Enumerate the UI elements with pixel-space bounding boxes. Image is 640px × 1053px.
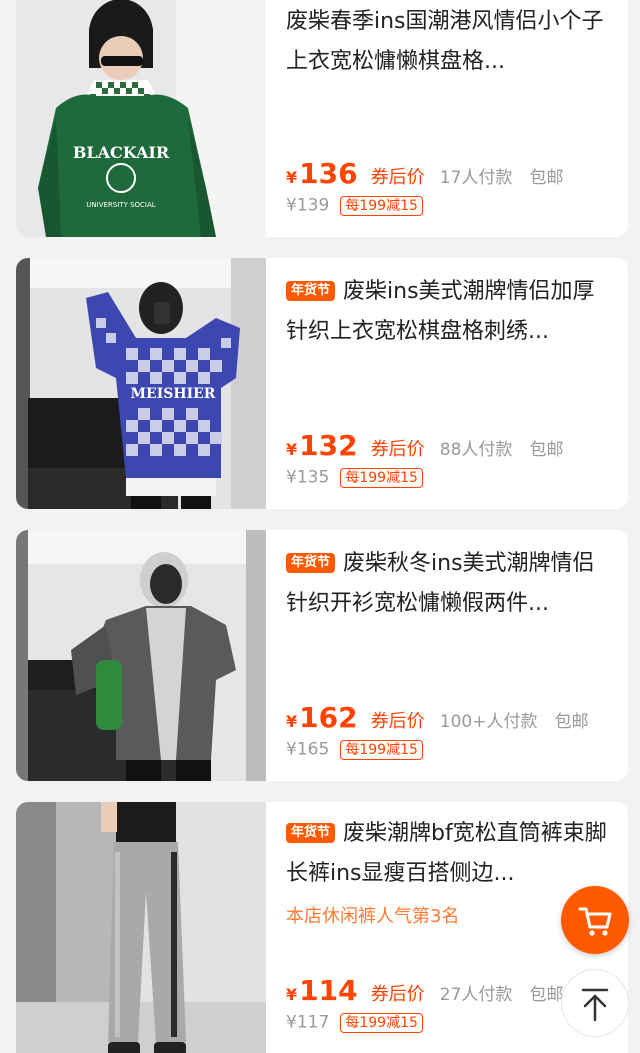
paid-count: 17人付款 [439, 168, 513, 188]
free-shipping-label: 包邮 [529, 440, 564, 460]
coupon-price-label: 券后价 [370, 439, 425, 460]
price-value: 132 [299, 429, 358, 462]
price-value: 162 [299, 701, 358, 734]
floating-cart-button[interactable] [561, 886, 629, 954]
festival-badge: 年货节 [286, 281, 336, 301]
original-price-row: ¥135 每199减15 [286, 467, 423, 493]
festival-badge: 年货节 [286, 553, 336, 573]
promo-tag: 每199减15 [340, 467, 423, 488]
product-title[interactable]: 年货节 废柴潮牌bf宽松直筒裤束脚长裤ins显瘦百搭侧边... [286, 814, 612, 894]
product-image[interactable]: MEISHIER [16, 258, 266, 509]
product-photo: MEISHIER [16, 258, 266, 509]
price-value: 114 [299, 974, 358, 1007]
svg-text:BLACKAIR: BLACKAIR [73, 143, 170, 162]
original-price: ¥139 [286, 195, 330, 216]
paid-count: 27人付款 [439, 985, 513, 1005]
price-row: ¥162 券后价 100+人付款 包邮 [286, 701, 612, 737]
paid-count: 88人付款 [439, 440, 513, 460]
product-card[interactable]: MEISHIER 年货节 废柴ins美式潮牌情侣加厚针织上衣宽松棋盘格刺绣... … [16, 258, 628, 509]
product-image[interactable] [16, 530, 266, 781]
product-title-text: 废柴春季ins国潮港风情侣小个子上衣宽松慵懒棋盘格... [286, 9, 604, 74]
coupon-price-label: 券后价 [370, 984, 425, 1005]
product-title[interactable]: 废柴春季ins国潮港风情侣小个子上衣宽松慵懒棋盘格... [286, 2, 612, 82]
product-card[interactable]: 年货节 废柴潮牌bf宽松直筒裤束脚长裤ins显瘦百搭侧边... 本店休闲裤人气第3… [16, 802, 628, 1053]
currency-symbol: ¥ [286, 440, 298, 459]
product-info: 废柴春季ins国潮港风情侣小个子上衣宽松慵懒棋盘格... ¥136 券后价 17… [286, 0, 612, 237]
price-row: ¥136 券后价 17人付款 包邮 [286, 157, 612, 193]
original-price: ¥117 [286, 1012, 330, 1033]
original-price: ¥135 [286, 467, 330, 488]
product-title[interactable]: 年货节 废柴ins美式潮牌情侣加厚针织上衣宽松棋盘格刺绣... [286, 272, 612, 352]
festival-badge: 年货节 [286, 823, 336, 843]
currency-symbol: ¥ [286, 985, 298, 1004]
arrow-up-icon [581, 988, 609, 1022]
free-shipping-label: 包邮 [529, 985, 564, 1005]
currency-symbol: ¥ [286, 712, 298, 731]
price-row: ¥132 券后价 88人付款 包邮 [286, 429, 612, 465]
free-shipping-label: 包邮 [554, 712, 589, 732]
product-list: BLACKAIR UNIVERSITY SOCIAL 废柴春季ins国潮港风情侣… [0, 0, 640, 1053]
shopping-cart-icon [578, 907, 612, 936]
coupon-price-label: 券后价 [370, 167, 425, 188]
svg-text:UNIVERSITY SOCIAL: UNIVERSITY SOCIAL [86, 201, 155, 209]
promo-tag: 每199减15 [340, 1012, 423, 1033]
free-shipping-label: 包邮 [529, 168, 564, 188]
product-info: 年货节 废柴ins美式潮牌情侣加厚针织上衣宽松棋盘格刺绣... ¥132 券后价 … [286, 258, 612, 509]
product-photo: BLACKAIR UNIVERSITY SOCIAL [16, 0, 266, 237]
shop-rank-label: 本店休闲裤人气第3名 [286, 906, 460, 927]
product-image[interactable] [16, 802, 266, 1053]
coupon-price-label: 券后价 [370, 711, 425, 732]
product-card[interactable]: 年货节 废柴秋冬ins美式潮牌情侣针织开衫宽松慵懒假两件... ¥162 券后价 … [16, 530, 628, 781]
promo-tag: 每199减15 [340, 739, 423, 760]
original-price-row: ¥165 每199减15 [286, 739, 423, 765]
svg-text:MEISHIER: MEISHIER [131, 386, 216, 402]
product-info: 年货节 废柴秋冬ins美式潮牌情侣针织开衫宽松慵懒假两件... ¥162 券后价 … [286, 530, 612, 781]
original-price-row: ¥139 每199减15 [286, 195, 423, 221]
product-image[interactable]: BLACKAIR UNIVERSITY SOCIAL [16, 0, 266, 237]
currency-symbol: ¥ [286, 168, 298, 187]
product-card[interactable]: BLACKAIR UNIVERSITY SOCIAL 废柴春季ins国潮港风情侣… [16, 0, 628, 237]
product-photo [16, 802, 266, 1053]
product-photo [16, 530, 266, 781]
paid-count: 100+人付款 [439, 712, 538, 732]
price-value: 136 [299, 157, 358, 190]
original-price-row: ¥117 每199减15 [286, 1012, 423, 1038]
product-title[interactable]: 年货节 废柴秋冬ins美式潮牌情侣针织开衫宽松慵懒假两件... [286, 544, 612, 624]
back-to-top-button[interactable] [561, 969, 629, 1037]
promo-tag: 每199减15 [340, 195, 423, 216]
original-price: ¥165 [286, 739, 330, 760]
